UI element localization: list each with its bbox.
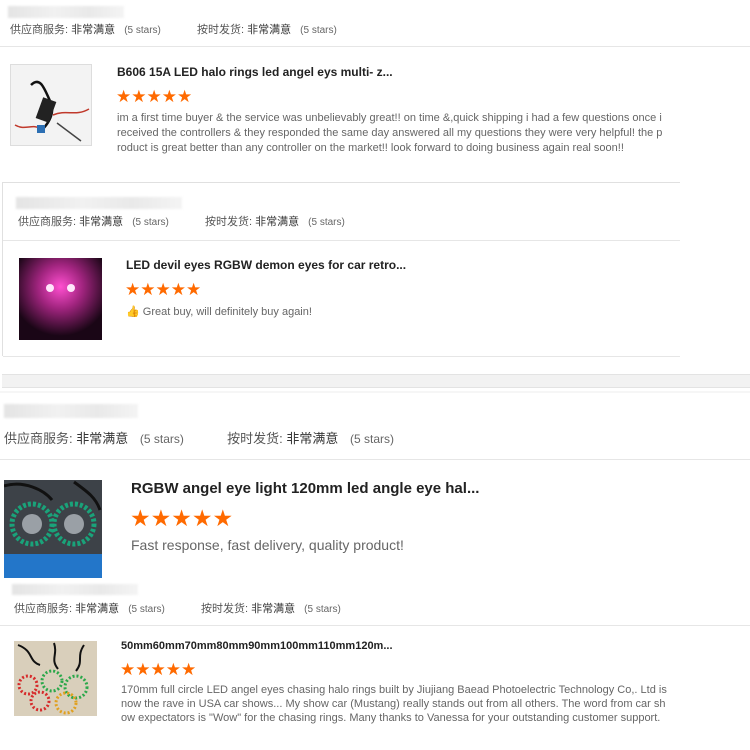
horizontal-scrollbar[interactable] (2, 374, 750, 388)
supplier-service-stars: (5 stars) (128, 604, 165, 615)
product-thumbnail[interactable] (4, 480, 102, 578)
seller-rating-row: 供应商服务: 非常满意 (5 stars) 按时发货: 非常满意 (5 star… (14, 600, 341, 616)
rating-stars: ★★★★★ (120, 660, 197, 679)
product-title[interactable]: RGBW angel eye light 120mm led angle eye… (131, 480, 479, 497)
divider (0, 459, 750, 460)
supplier-service-label: 供应商服务: (4, 431, 73, 446)
on-time-shipping-stars: (5 stars) (350, 432, 395, 446)
review-line: 👍 Great buy, will definitely buy again! (126, 305, 312, 318)
review-text: Great buy, will definitely buy again! (142, 306, 312, 318)
supplier-service-stars: (5 stars) (132, 217, 169, 228)
section-separator (0, 391, 750, 393)
review-text: 170mm full circle LED angel eyes chasing… (121, 684, 667, 724)
review-text: Fast response, fast delivery, quality pr… (131, 537, 404, 553)
review-text: im a first time buyer & the service was … (117, 112, 663, 154)
product-thumbnail[interactable] (10, 64, 92, 146)
on-time-shipping-label: 按时发货: (196, 24, 245, 36)
divider (3, 240, 680, 241)
reviewer-name-blurred (8, 6, 124, 18)
supplier-service-label: 供应商服务: (10, 24, 69, 36)
rating-stars: ★★★★★ (116, 87, 193, 106)
reviewer-name-blurred (4, 404, 138, 418)
product-thumbnail[interactable] (19, 258, 102, 340)
product-title[interactable]: LED devil eyes RGBW demon eyes for car r… (126, 258, 406, 272)
on-time-shipping-label: 按时发货: (204, 216, 253, 228)
supplier-service-value: 非常满意 (76, 431, 129, 446)
supplier-service-label: 供应商服务: (14, 603, 73, 615)
rating-stars: ★★★★★ (125, 280, 202, 299)
reviewer-name-blurred (12, 584, 138, 595)
divider (0, 46, 750, 47)
reviewer-name-blurred (16, 197, 182, 209)
product-thumbnail[interactable] (14, 641, 97, 716)
on-time-shipping-label: 按时发货: (200, 603, 249, 615)
product-title[interactable]: 50mm60mm70mm80mm90mm100mm110mm120m... (121, 640, 393, 652)
product-title[interactable]: B606 15A LED halo rings led angel eys mu… (117, 65, 393, 79)
divider (0, 625, 750, 626)
supplier-service-value: 非常满意 (79, 216, 124, 228)
on-time-shipping-value: 非常满意 (255, 216, 300, 228)
seller-rating-row: 供应商服务: 非常满意 (5 stars) 按时发货: 非常满意 (5 star… (4, 428, 394, 447)
divider (3, 356, 680, 357)
supplier-service-stars: (5 stars) (139, 432, 184, 446)
on-time-shipping-value: 非常满意 (247, 24, 292, 36)
seller-rating-row: 供应商服务: 非常满意 (5 stars) 按时发货: 非常满意 (5 star… (18, 213, 345, 229)
on-time-shipping-stars: (5 stars) (308, 217, 345, 228)
supplier-service-value: 非常满意 (75, 603, 120, 615)
supplier-service-value: 非常满意 (71, 24, 116, 36)
supplier-service-stars: (5 stars) (124, 25, 161, 36)
on-time-shipping-stars: (5 stars) (304, 604, 341, 615)
thumbs-up-icon: 👍 (126, 306, 140, 318)
on-time-shipping-stars: (5 stars) (300, 25, 337, 36)
on-time-shipping-value: 非常满意 (251, 603, 296, 615)
supplier-service-label: 供应商服务: (18, 216, 77, 228)
seller-rating-row: 供应商服务: 非常满意 (5 stars) 按时发货: 非常满意 (5 star… (10, 21, 337, 37)
rating-stars: ★★★★★ (130, 505, 234, 531)
on-time-shipping-label: 按时发货: (227, 431, 283, 446)
on-time-shipping-value: 非常满意 (286, 431, 339, 446)
